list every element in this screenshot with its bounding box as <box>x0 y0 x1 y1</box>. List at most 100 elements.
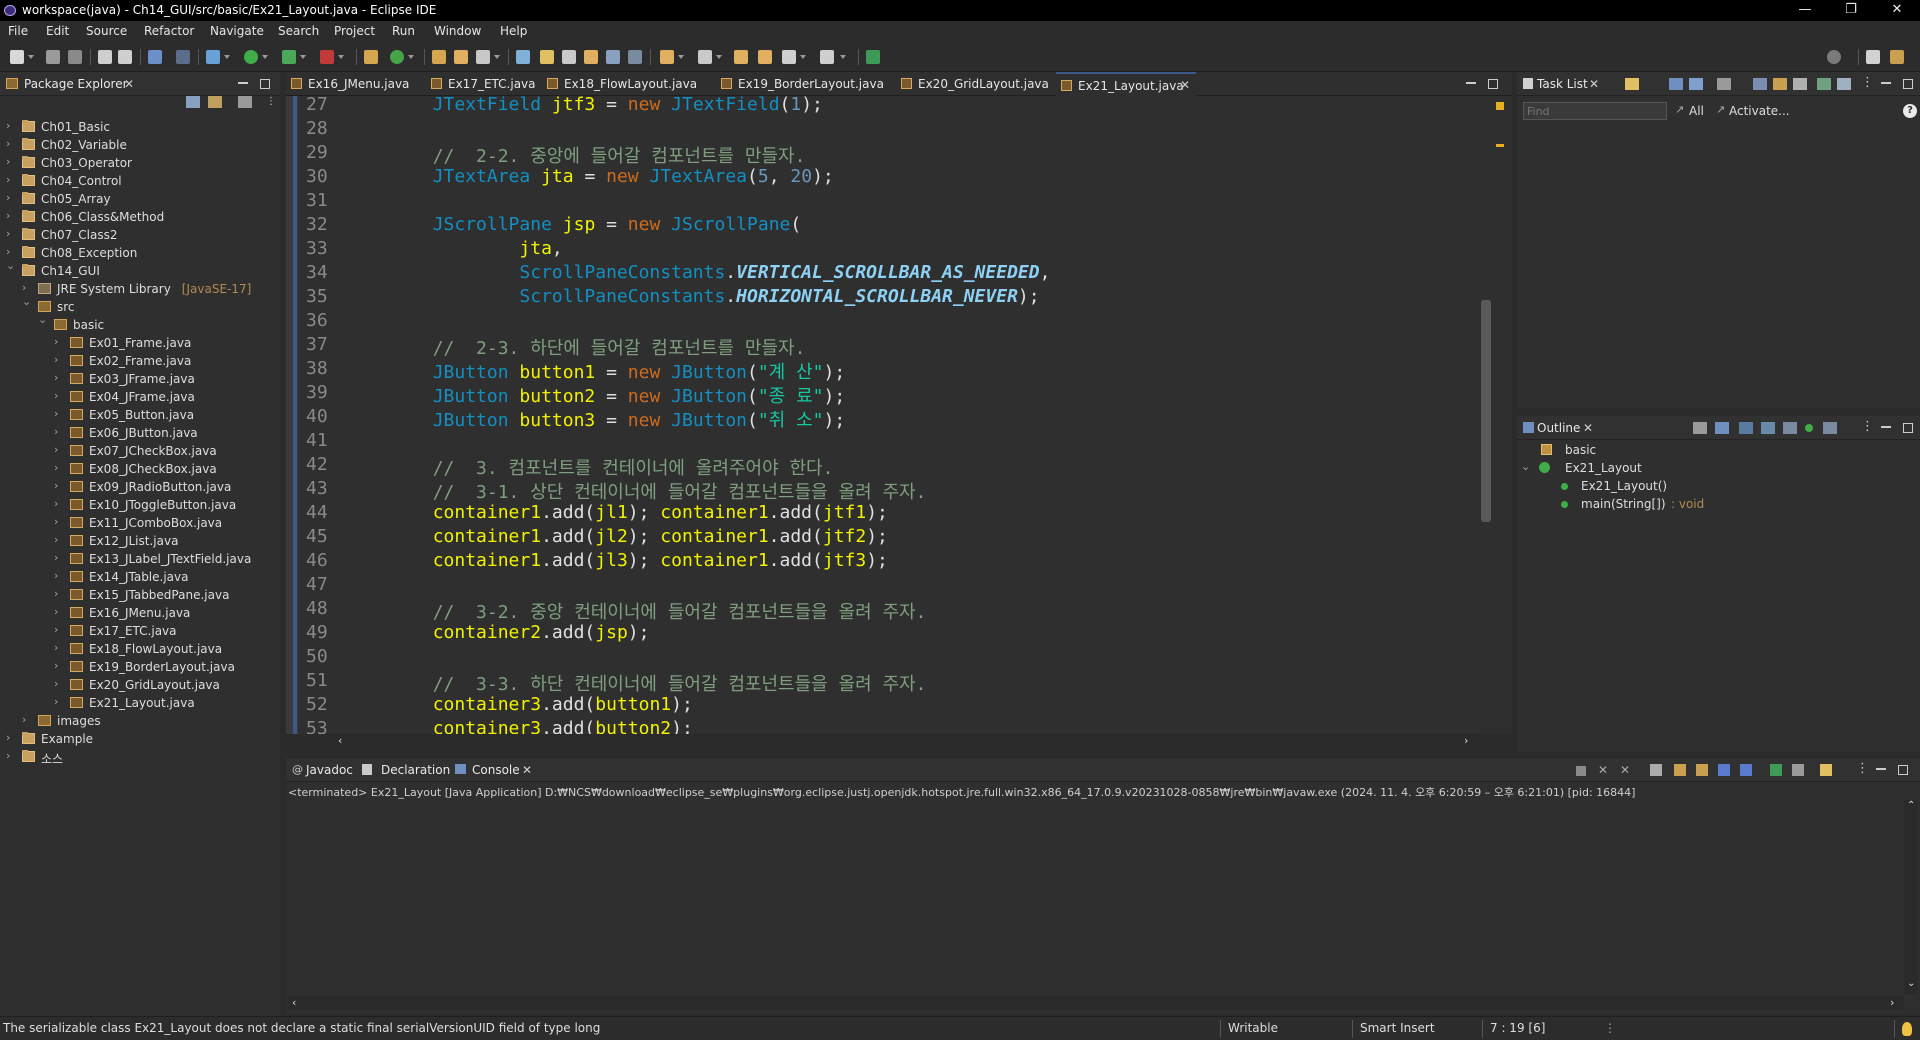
menu-project[interactable]: Project <box>334 24 375 38</box>
chevron-right-icon[interactable]: › <box>54 641 58 654</box>
close-icon[interactable]: ✕ <box>1180 78 1190 92</box>
search-tool-icon[interactable] <box>476 50 490 64</box>
display-console-icon[interactable] <box>1792 764 1804 776</box>
collapse-all-icon[interactable] <box>186 96 200 108</box>
toggle-mark-icon[interactable] <box>516 50 530 64</box>
minimize-editor-icon[interactable] <box>1466 78 1476 84</box>
editor-tab[interactable]: Ex21_Layout.java ✕ <box>1056 72 1196 97</box>
search-icon[interactable] <box>1827 50 1841 64</box>
editor-tab[interactable]: Ex16_JMenu.java <box>286 72 416 96</box>
menu-file[interactable]: File <box>8 24 28 38</box>
maximize-view-icon[interactable] <box>260 79 270 89</box>
console-panel[interactable]: <terminated> Ex21_Layout [Java Applicati… <box>286 782 1920 1014</box>
whitespace-icon[interactable] <box>584 50 598 64</box>
chevron-right-icon[interactable]: › <box>6 209 10 222</box>
task-activate-link[interactable]: Activate... <box>1729 104 1790 118</box>
code-line[interactable]: JButton button1 = new JButton("계 산"); <box>346 358 845 384</box>
link-editor-icon[interactable] <box>1823 422 1837 434</box>
chevron-right-icon[interactable]: › <box>54 605 58 618</box>
maximize-view-icon[interactable] <box>1903 423 1913 433</box>
view-menu-icon[interactable]: ⋮ <box>1856 761 1869 776</box>
next-annotation-icon[interactable] <box>660 50 674 64</box>
minimize-view-icon[interactable] <box>238 78 248 84</box>
chevron-right-icon[interactable]: › <box>54 461 58 474</box>
save-all-icon[interactable] <box>68 50 82 64</box>
chevron-right-icon[interactable]: › <box>54 587 58 600</box>
chevron-right-icon[interactable]: › <box>22 713 26 726</box>
terminate-icon[interactable] <box>1576 766 1586 776</box>
chevron-down-icon[interactable]: ⌄ <box>22 295 31 308</box>
show-stderr-icon[interactable] <box>1740 764 1752 776</box>
minimize-button[interactable]: — <box>1782 0 1828 21</box>
chevron-right-icon[interactable]: › <box>54 335 58 348</box>
open-console-icon[interactable] <box>1820 764 1832 776</box>
show-source-icon[interactable] <box>606 50 620 64</box>
tab-console[interactable]: Console <box>472 763 520 777</box>
code-line[interactable]: container3.add(button1); <box>346 694 693 715</box>
pin-editor-icon[interactable] <box>866 50 880 64</box>
categorize-icon[interactable] <box>1669 78 1683 90</box>
synchronize-icon[interactable] <box>1817 78 1831 90</box>
menu-window[interactable]: Window <box>434 24 481 38</box>
tab-declaration[interactable]: Declaration <box>381 763 450 777</box>
close-icon[interactable]: ✕ <box>1589 77 1599 91</box>
chevron-right-icon[interactable]: › <box>54 371 58 384</box>
scroll-right-icon[interactable]: › <box>1890 996 1894 1009</box>
java-perspective-icon[interactable] <box>1890 50 1904 64</box>
new-class-icon[interactable] <box>390 50 404 64</box>
tab-javadoc[interactable]: Javadoc <box>306 763 353 777</box>
code-line[interactable]: container1.add(jl3); container1.add(jtf3… <box>346 550 888 571</box>
chevron-right-icon[interactable]: › <box>54 407 58 420</box>
filters-icon[interactable] <box>238 96 252 108</box>
console-horizontal-scrollbar[interactable]: ‹ › <box>288 996 1904 1010</box>
open-resource-icon[interactable] <box>454 50 468 64</box>
maximize-view-icon[interactable] <box>1903 79 1913 89</box>
code-line[interactable]: JScrollPane jsp = new JScrollPane( <box>346 214 802 235</box>
help-icon[interactable]: ? <box>1903 104 1917 118</box>
collapse-icon[interactable] <box>1773 78 1787 90</box>
terminal-icon[interactable] <box>148 50 162 64</box>
scroll-right-icon[interactable]: › <box>1464 734 1468 747</box>
code-line[interactable]: ScrollPaneConstants.HORIZONTAL_SCROLLBAR… <box>346 286 1039 307</box>
new-icon[interactable] <box>10 50 24 64</box>
forward-icon[interactable] <box>820 50 834 64</box>
code-line[interactable]: // 3-2. 중앙 컨테이너에 들어갈 컴포넌트들을 올려 주자. <box>346 598 927 624</box>
chevron-right-icon[interactable]: › <box>6 245 10 258</box>
task-list-tab[interactable]: Task List <box>1537 77 1588 91</box>
editor-tab[interactable]: Ex19_BorderLayout.java <box>716 72 888 96</box>
code-line[interactable]: JButton button3 = new JButton("취 소"); <box>346 406 845 432</box>
minimize-view-icon[interactable] <box>1876 764 1886 770</box>
chevron-right-icon[interactable]: › <box>54 479 58 492</box>
clear-console-icon[interactable] <box>1650 764 1662 776</box>
status-menu-icon[interactable]: ⋮ <box>1604 1021 1616 1035</box>
editor-scroll-thumb[interactable] <box>1481 300 1491 522</box>
status-insert-mode[interactable]: Smart Insert <box>1360 1021 1435 1035</box>
debug-icon[interactable] <box>206 50 220 64</box>
last-edit-icon[interactable] <box>734 50 748 64</box>
code-line[interactable]: // 2-2. 중앙에 들어갈 컴포넌트를 만들자. <box>346 142 806 168</box>
chevron-right-icon[interactable]: › <box>54 695 58 708</box>
chevron-right-icon[interactable]: › <box>6 137 10 150</box>
chevron-right-icon[interactable]: › <box>6 155 10 168</box>
maximize-button[interactable]: ❐ <box>1828 0 1874 21</box>
scroll-down-icon[interactable]: ⌄ <box>1907 978 1915 989</box>
code-line[interactable]: // 2-3. 하단에 들어갈 컴포넌트를 만들자. <box>346 334 806 360</box>
sync-icon[interactable] <box>1717 78 1731 90</box>
open-type-icon[interactable] <box>432 50 446 64</box>
chevron-right-icon[interactable]: › <box>54 659 58 672</box>
chevron-right-icon[interactable]: › <box>6 731 10 744</box>
outline-tab[interactable]: Outline <box>1537 421 1580 435</box>
task-find-input[interactable] <box>1523 102 1667 120</box>
open-perspective-icon[interactable] <box>1866 50 1880 64</box>
code-line[interactable]: container1.add(jl1); container1.add(jtf1… <box>346 502 888 523</box>
external-tools-icon[interactable] <box>320 50 334 64</box>
hide-completed-icon[interactable] <box>1753 78 1767 90</box>
block-select-icon[interactable] <box>562 50 576 64</box>
hide-static-icon[interactable] <box>1761 422 1775 434</box>
scroll-left-icon[interactable]: ‹ <box>338 734 342 747</box>
code-line[interactable]: JButton button2 = new JButton("종 료"); <box>346 382 845 408</box>
code-line[interactable]: JTextArea jta = new JTextArea(5, 20); <box>346 166 834 187</box>
save-icon[interactable] <box>46 50 60 64</box>
scroll-left-icon[interactable]: ‹ <box>292 996 296 1009</box>
new-java-project-icon[interactable] <box>364 50 378 64</box>
